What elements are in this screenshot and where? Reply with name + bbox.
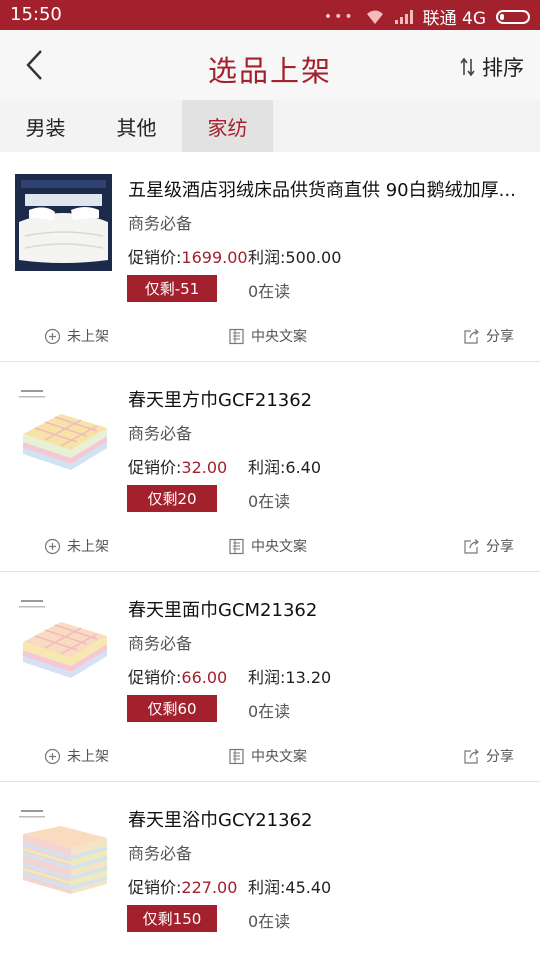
product-name: 春天里浴巾GCY21362 <box>128 810 313 831</box>
promo-price: 促销价:66.00 <box>128 664 227 688</box>
duvet-image <box>15 174 112 271</box>
profit: 利润:6.40 <box>248 458 322 477</box>
carrier-label: 联通 4G <box>422 9 486 29</box>
product-card[interactable]: 春天里方巾GCF21362 商务必备 促销价:32.00 利润:6.40 仅剩2… <box>0 362 540 572</box>
profit: 利润:45.40 <box>248 878 332 897</box>
stock-remaining-badge: 仅剩20 <box>127 485 217 512</box>
product-tagline: 商务必备 <box>128 424 193 443</box>
read-count: 0在读 <box>248 492 291 511</box>
plus-circle-icon <box>44 748 61 764</box>
promo-price: 促销价:227.00 <box>128 874 237 898</box>
share-button[interactable]: 分享 <box>463 746 514 766</box>
profit: 利润:500.00 <box>248 248 342 267</box>
share-icon <box>464 328 479 344</box>
product-card[interactable]: 五星级酒店羽绒床品供货商直供 90白鹅绒加厚... 商务必备 促销价:1699.… <box>0 152 540 362</box>
share-label: 分享 <box>486 329 514 345</box>
sort-button[interactable]: 排序 <box>460 52 524 82</box>
product-card[interactable]: 春天里浴巾GCY21362 商务必备 促销价:227.00 利润:45.40 仅… <box>0 782 540 960</box>
unlisted-button[interactable]: 未上架 <box>44 326 109 346</box>
read-count: 0在读 <box>248 282 291 301</box>
share-icon <box>464 748 479 764</box>
signal-icon <box>394 9 413 24</box>
read-count: 0在读 <box>248 702 291 721</box>
price-value: 66.00 <box>181 668 228 687</box>
read-count: 0在读 <box>248 912 291 931</box>
page-title: 选品上架 <box>207 54 332 88</box>
header: 选品上架 排序 <box>0 30 540 100</box>
share-button[interactable]: 分享 <box>463 536 514 556</box>
towel-image <box>15 594 112 691</box>
price-label: 促销价: <box>128 458 182 477</box>
unlisted-label: 未上架 <box>67 539 109 555</box>
share-label: 分享 <box>486 749 514 765</box>
central-copy-label: 中央文案 <box>251 749 307 765</box>
product-tagline: 商务必备 <box>128 634 193 653</box>
status-bar: 15:50 ••• 联通 4G <box>0 0 540 30</box>
share-label: 分享 <box>486 539 514 555</box>
unlisted-label: 未上架 <box>67 329 109 345</box>
promo-price: 促销价:1699.00 <box>128 244 248 268</box>
share-icon <box>464 538 479 554</box>
product-tagline: 商务必备 <box>128 214 193 233</box>
price-value: 1699.00 <box>181 248 248 267</box>
unlisted-button[interactable]: 未上架 <box>44 536 109 556</box>
stock-remaining-badge: 仅剩150 <box>127 905 217 932</box>
unlisted-button[interactable]: 未上架 <box>44 746 109 766</box>
product-name: 春天里面巾GCM21362 <box>128 600 318 621</box>
product-tagline: 商务必备 <box>128 844 193 863</box>
price-label: 促销价: <box>128 878 182 897</box>
sort-icon <box>460 57 475 77</box>
product-name: 五星级酒店羽绒床品供货商直供 90白鹅绒加厚... <box>128 180 516 201</box>
status-time: 15:50 <box>10 4 62 25</box>
product-name: 春天里方巾GCF21362 <box>128 390 313 411</box>
promo-price: 促销价:32.00 <box>128 454 227 478</box>
product-card[interactable]: 春天里面巾GCM21362 商务必备 促销价:66.00 利润:13.20 仅剩… <box>0 572 540 782</box>
tab-menswear[interactable]: 男装 <box>0 100 91 152</box>
share-button[interactable]: 分享 <box>463 326 514 346</box>
tab-other[interactable]: 其他 <box>91 100 182 152</box>
sort-label: 排序 <box>482 56 524 80</box>
document-icon <box>229 328 244 344</box>
stock-remaining-badge: 仅剩60 <box>127 695 217 722</box>
central-copy-label: 中央文案 <box>251 539 307 555</box>
category-tabs: 男装 其他 家纺 <box>0 100 540 152</box>
notification-dots: ••• <box>323 8 355 25</box>
towel-image <box>15 384 112 481</box>
central-copy-label: 中央文案 <box>251 329 307 345</box>
central-copy-button[interactable]: 中央文案 <box>228 536 307 556</box>
unlisted-label: 未上架 <box>67 749 109 765</box>
towel-stack-image <box>15 804 112 901</box>
plus-circle-icon <box>44 538 61 554</box>
central-copy-button[interactable]: 中央文案 <box>228 746 307 766</box>
price-label: 促销价: <box>128 248 182 267</box>
plus-circle-icon <box>44 328 61 344</box>
battery-icon <box>496 9 530 24</box>
stock-remaining-badge: 仅剩-51 <box>127 275 217 302</box>
document-icon <box>229 748 244 764</box>
wifi-icon <box>366 10 383 24</box>
central-copy-button[interactable]: 中央文案 <box>228 326 307 346</box>
profit: 利润:13.20 <box>248 668 332 687</box>
price-value: 227.00 <box>181 878 238 897</box>
price-label: 促销价: <box>128 668 182 687</box>
tab-home-textiles[interactable]: 家纺 <box>182 100 273 152</box>
status-right: ••• 联通 4G <box>324 4 530 29</box>
product-list: 五星级酒店羽绒床品供货商直供 90白鹅绒加厚... 商务必备 促销价:1699.… <box>0 152 540 960</box>
price-value: 32.00 <box>181 458 228 477</box>
document-icon <box>229 538 244 554</box>
